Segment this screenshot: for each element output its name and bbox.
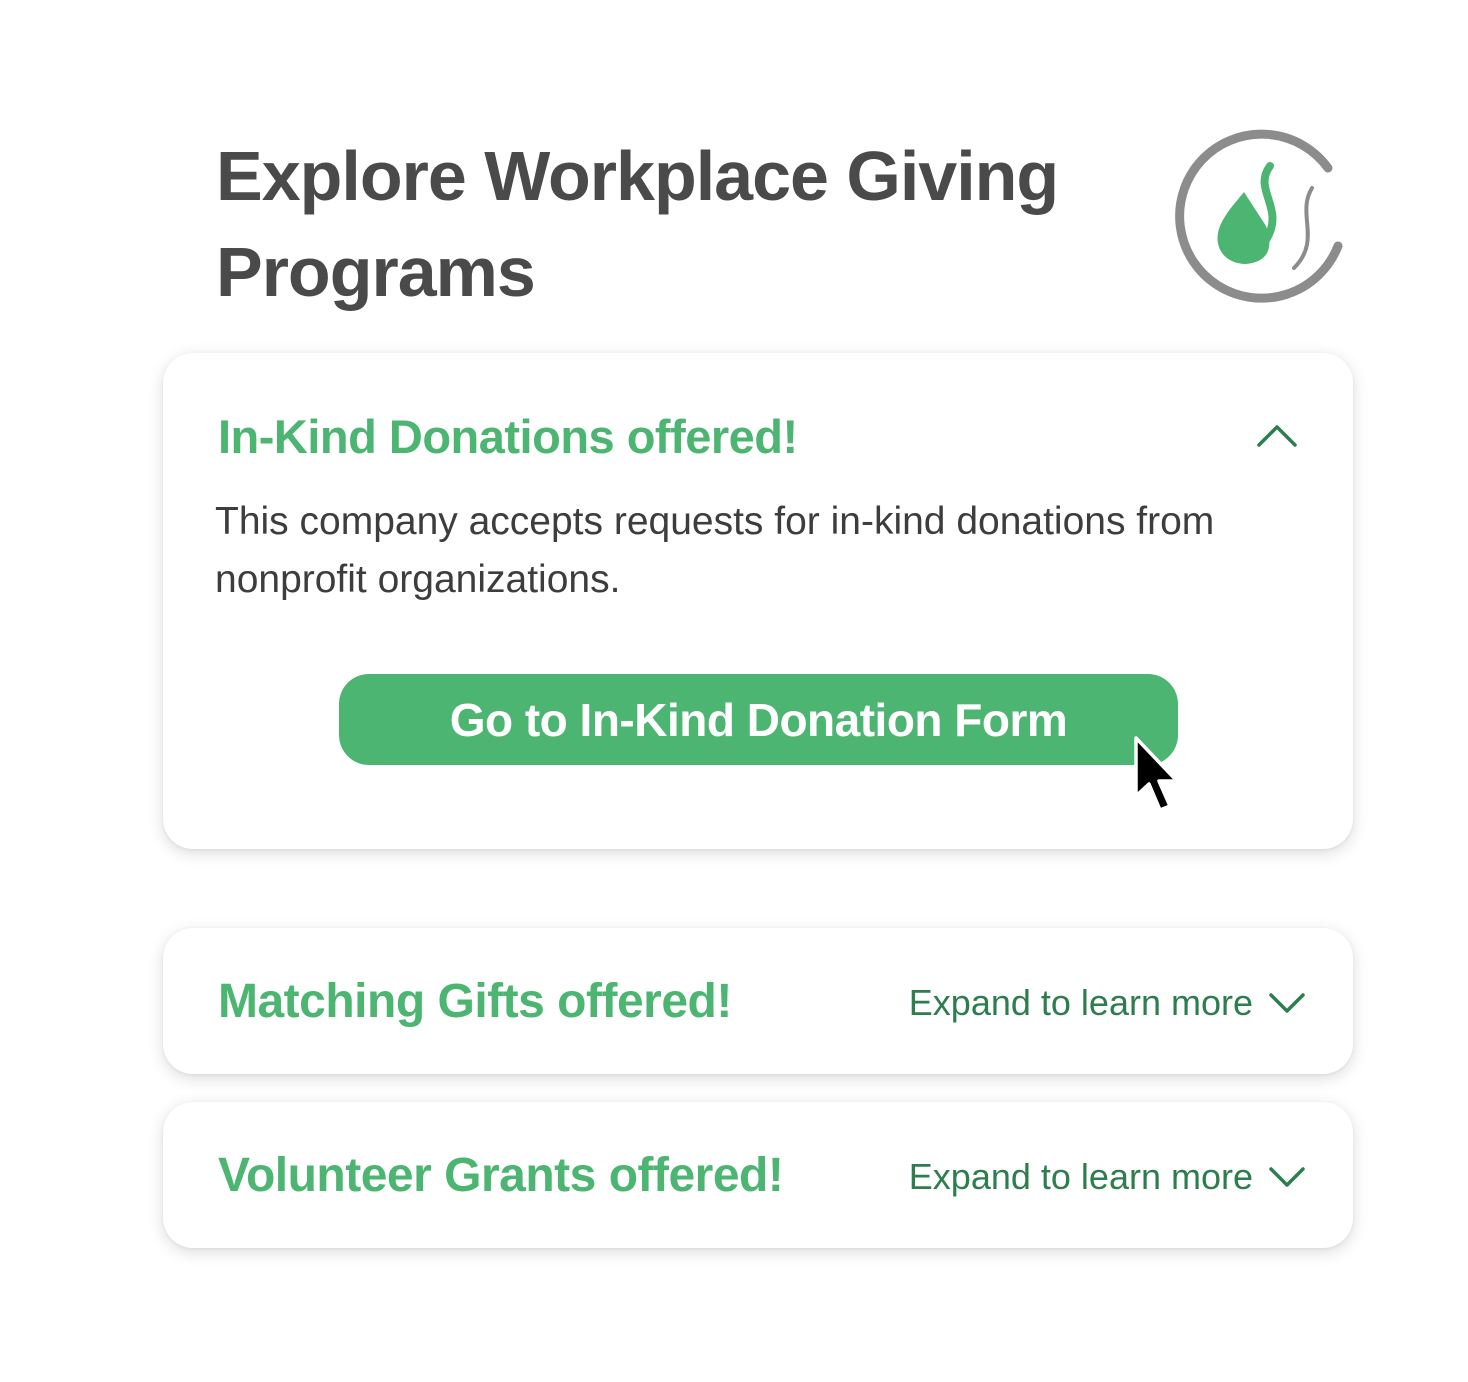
in-kind-donation-form-button[interactable]: Go to In-Kind Donation Form [339,674,1178,765]
chevron-down-icon [1269,993,1305,1013]
chevron-down-icon [1269,1167,1305,1187]
brand-logo-icon [1175,129,1343,303]
volunteer-grants-expand-toggle[interactable]: Expand to learn more [909,1154,1307,1200]
matching-gifts-expand-toggle[interactable]: Expand to learn more [909,980,1307,1026]
in-kind-donations-description: This company accepts requests for in-kin… [215,500,1215,601]
volunteer-grants-card[interactable]: Volunteer Grants offered! Expand to lear… [163,1102,1353,1248]
matching-gifts-card[interactable]: Matching Gifts offered! Expand to learn … [163,928,1353,1074]
in-kind-donations-title: In-Kind Donations offered! [218,410,798,463]
expand-label: Expand to learn more [908,1156,1253,1197]
in-kind-donations-card: In-Kind Donations offered! This company … [163,353,1353,849]
chevron-up-icon[interactable] [1253,415,1301,455]
page-title: Explore Workplace Giving Programs [216,137,1059,311]
matching-gifts-title: Matching Gifts offered! [218,975,732,1028]
volunteer-grants-title: Volunteer Grants offered! [218,1149,784,1202]
expand-label: Expand to learn more [908,982,1253,1023]
